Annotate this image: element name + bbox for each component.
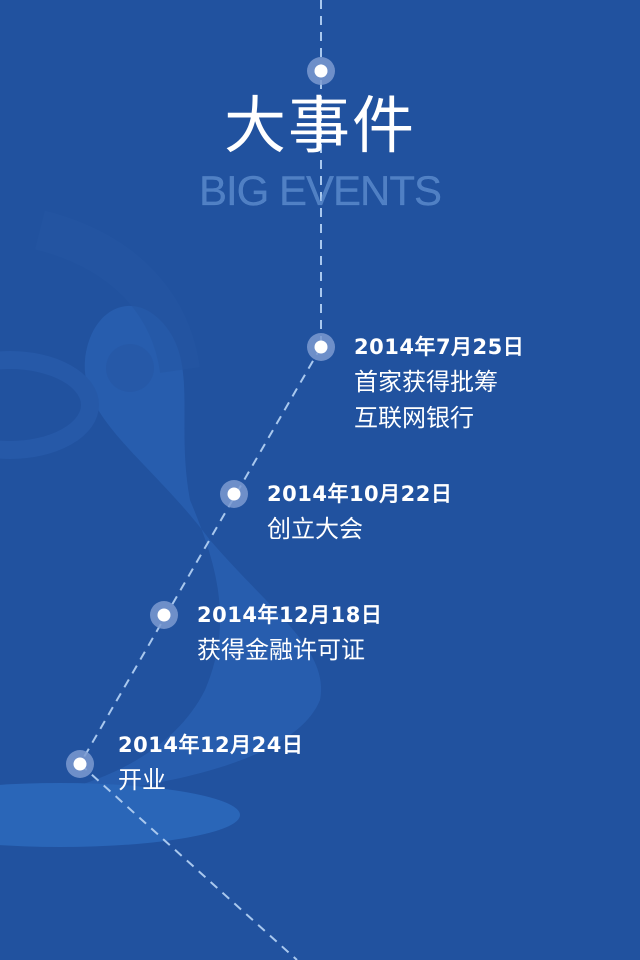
event-item: 2014年12月24日 开业 <box>118 730 303 798</box>
event-date: 2014年10月22日 <box>267 482 453 506</box>
event-date: 2014年12月18日 <box>197 603 383 627</box>
timeline-node-3 <box>150 601 178 629</box>
timeline-node-4 <box>66 750 94 778</box>
event-description: 首家获得批筹 互联网银行 <box>354 364 524 436</box>
event-item: 2014年7月25日 首家获得批筹 互联网银行 <box>354 332 524 436</box>
page-subtitle: BIG EVENTS <box>198 167 442 214</box>
timeline-node-top <box>307 57 335 85</box>
timeline-node-1 <box>307 333 335 361</box>
event-description: 创立大会 <box>267 515 363 543</box>
event-description-line: 首家获得批筹 <box>354 368 498 396</box>
event-description: 开业 <box>118 766 166 794</box>
event-description-line: 互联网银行 <box>354 404 474 432</box>
event-item: 2014年10月22日 创立大会 <box>267 479 452 547</box>
event-date: 2014年7月25日 <box>354 335 525 359</box>
event-description: 获得金融许可证 <box>197 636 365 664</box>
event-item: 2014年12月18日 获得金融许可证 <box>197 600 382 668</box>
page-title: 大事件 <box>223 89 416 162</box>
timeline-node-2 <box>220 480 248 508</box>
event-date: 2014年12月24日 <box>118 733 304 757</box>
